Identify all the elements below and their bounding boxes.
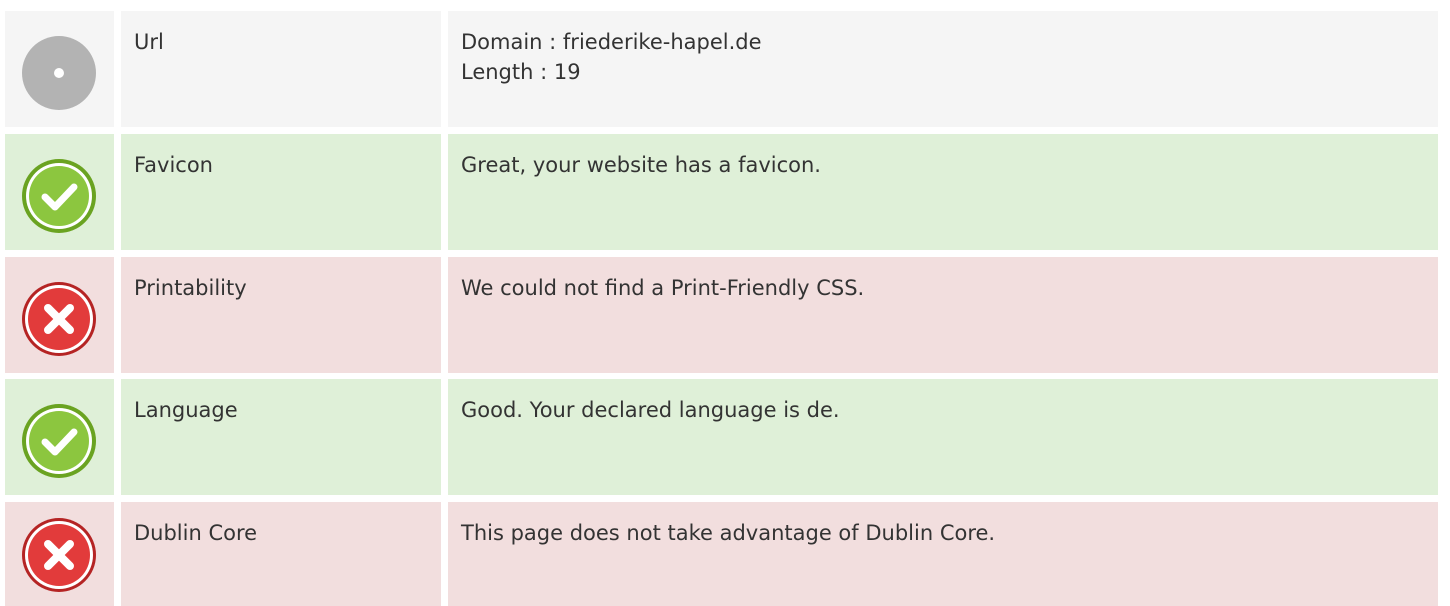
check-name: Printability bbox=[134, 276, 247, 300]
check-circle-icon bbox=[20, 157, 98, 235]
url-domain: Domain : friederike-hapel.de bbox=[461, 30, 762, 54]
check-result: This page does not take advantage of Dub… bbox=[461, 521, 996, 545]
seo-results-table: Url Domain : friederike-hapel.de Length … bbox=[0, 0, 1450, 606]
check-result-cell: We could not find a Print-Friendly CSS. bbox=[448, 257, 1438, 373]
check-name-cell: Favicon bbox=[121, 134, 441, 250]
result-row-printability: Printability We could not find a Print-F… bbox=[5, 257, 1438, 373]
check-result-cell: Great, your website has a favicon. bbox=[448, 134, 1438, 250]
check-name: Favicon bbox=[134, 153, 213, 177]
status-cell bbox=[5, 379, 114, 495]
status-cell bbox=[5, 502, 114, 606]
check-result-cell: Good. Your declared language is de. bbox=[448, 379, 1438, 495]
status-cell bbox=[5, 11, 114, 127]
check-name: Language bbox=[134, 398, 238, 422]
check-result: Great, your website has a favicon. bbox=[461, 153, 821, 177]
result-row-language: Language Good. Your declared language is… bbox=[5, 379, 1438, 495]
check-name-cell: Dublin Core bbox=[121, 502, 441, 606]
check-circle-icon bbox=[20, 402, 98, 480]
result-row-url: Url Domain : friederike-hapel.de Length … bbox=[5, 11, 1438, 127]
check-result-cell: Domain : friederike-hapel.de Length : 19 bbox=[448, 11, 1438, 127]
check-name: Dublin Core bbox=[134, 521, 258, 545]
result-row-favicon: Favicon Great, your website has a favico… bbox=[5, 134, 1438, 250]
check-name-cell: Printability bbox=[121, 257, 441, 373]
check-result-cell: This page does not take advantage of Dub… bbox=[448, 502, 1438, 606]
check-name-cell: Language bbox=[121, 379, 441, 495]
neutral-disc-icon bbox=[20, 34, 98, 112]
error-cross-icon bbox=[20, 280, 98, 358]
url-length: Length : 19 bbox=[461, 60, 581, 84]
check-name: Url bbox=[134, 30, 164, 54]
result-row-dublin-core: Dublin Core This page does not take adva… bbox=[5, 502, 1438, 606]
check-name-cell: Url bbox=[121, 11, 441, 127]
status-cell bbox=[5, 134, 114, 250]
status-cell bbox=[5, 257, 114, 373]
check-result: We could not find a Print-Friendly CSS. bbox=[461, 276, 865, 300]
check-result: Good. Your declared language is de. bbox=[461, 398, 840, 422]
error-cross-icon bbox=[20, 516, 98, 594]
